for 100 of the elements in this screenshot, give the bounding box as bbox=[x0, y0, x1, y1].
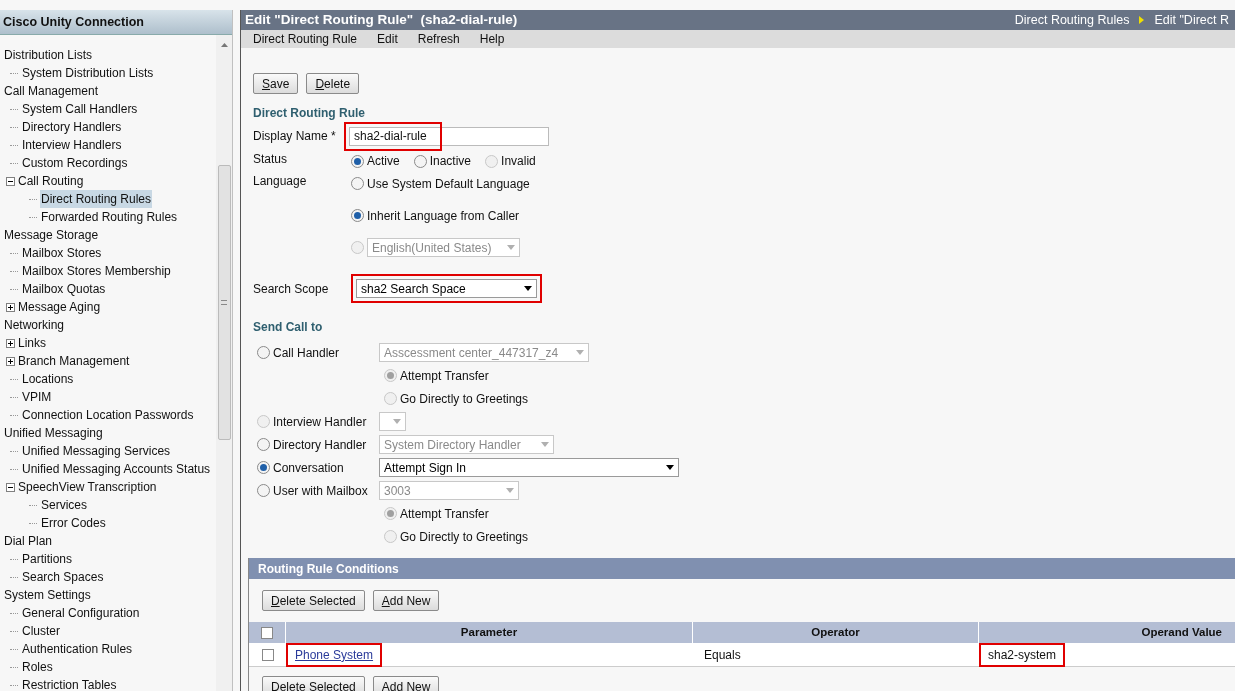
action-button[interactable]: Delete Selected bbox=[262, 590, 365, 612]
radio-button[interactable] bbox=[257, 484, 270, 498]
radio-label: Inherit Language from Caller bbox=[367, 207, 520, 225]
tree-item[interactable]: System Distribution Lists bbox=[21, 64, 155, 82]
sidebar-title: Cisco Unity Connection bbox=[0, 10, 232, 35]
radio-button[interactable] bbox=[384, 369, 397, 383]
column-header: Parameter bbox=[460, 625, 518, 641]
tree-item[interactable]: General Configuration bbox=[21, 604, 141, 622]
page-title: Edit "Direct Routing Rule" (sha2-dial-rule) bbox=[245, 11, 519, 29]
radio-label: Conversation bbox=[273, 459, 344, 477]
expand-icon[interactable] bbox=[6, 356, 15, 366]
action-button[interactable]: Add New bbox=[372, 590, 440, 612]
radio-button[interactable] bbox=[384, 507, 397, 521]
radio-label: Invalid bbox=[501, 153, 536, 171]
action-button[interactable]: Add New bbox=[372, 676, 440, 691]
parameter-link[interactable]: Phone System bbox=[286, 642, 383, 667]
tree-item[interactable]: Interview Handlers bbox=[21, 136, 123, 154]
tree-item[interactable]: Call Routing bbox=[17, 172, 85, 190]
radio-button[interactable] bbox=[351, 177, 364, 191]
tree-item[interactable]: Mailbox Quotas bbox=[21, 280, 107, 298]
radio-label: Go Directly to Greetings bbox=[400, 528, 529, 546]
expand-icon[interactable] bbox=[6, 302, 15, 312]
tree-item[interactable]: Links bbox=[17, 334, 47, 352]
tree-item[interactable]: Error Codes bbox=[40, 514, 107, 532]
collapse-icon[interactable] bbox=[6, 176, 15, 186]
tree-item[interactable]: Message Aging bbox=[17, 298, 102, 316]
radio-label: User with Mailbox bbox=[273, 482, 368, 500]
breadcrumb-link[interactable]: Direct Routing Rules bbox=[1014, 10, 1130, 30]
tree-item[interactable]: System Settings bbox=[3, 586, 92, 604]
tree-item[interactable]: Authentication Rules bbox=[21, 640, 134, 658]
action-button[interactable]: Delete bbox=[306, 73, 360, 95]
tree-item[interactable]: Custom Recordings bbox=[21, 154, 129, 172]
tree-item[interactable]: Locations bbox=[21, 370, 75, 388]
radio-button[interactable] bbox=[351, 241, 364, 255]
tree-item[interactable]: Partitions bbox=[21, 550, 74, 568]
caret-icon bbox=[507, 245, 515, 251]
dropdown[interactable]: English(United States) bbox=[367, 238, 520, 258]
tree-item[interactable]: Mailbox Stores bbox=[21, 244, 103, 262]
section-header: Routing Rule Conditions bbox=[249, 558, 1235, 580]
radio-label: Directory Handler bbox=[273, 436, 367, 454]
tree-item[interactable]: Networking bbox=[3, 316, 66, 334]
tree-item[interactable]: System Call Handlers bbox=[21, 100, 139, 118]
tree-item[interactable]: Search Spaces bbox=[21, 568, 105, 586]
caret-icon bbox=[666, 465, 674, 471]
radio-label: Interview Handler bbox=[273, 413, 367, 431]
radio-label: Go Directly to Greetings bbox=[400, 390, 529, 408]
tree-item[interactable]: Message Storage bbox=[3, 226, 100, 244]
radio-button[interactable] bbox=[257, 346, 270, 360]
dropdown[interactable]: sha2 Search Space bbox=[356, 279, 537, 299]
caret-icon bbox=[506, 488, 514, 494]
section-heading: Direct Routing Rule bbox=[253, 105, 366, 123]
tree-item[interactable]: Restriction Tables bbox=[21, 676, 118, 691]
tree-item[interactable]: Services bbox=[40, 496, 88, 514]
breadcrumb-item: Edit "Direct R bbox=[1154, 11, 1229, 29]
tree-item[interactable]: Call Management bbox=[3, 82, 100, 100]
tree-item[interactable]: Directory Handlers bbox=[21, 118, 123, 136]
caret-icon bbox=[524, 286, 532, 292]
radio-button[interactable] bbox=[384, 392, 397, 406]
tree-item[interactable]: Mailbox Stores Membership bbox=[21, 262, 172, 280]
tree-item[interactable]: Distribution Lists bbox=[3, 46, 94, 64]
radio-button[interactable] bbox=[351, 154, 364, 168]
radio-button[interactable] bbox=[413, 154, 427, 168]
checkbox[interactable] bbox=[261, 648, 274, 661]
radio-button[interactable] bbox=[257, 461, 270, 475]
radio-label: Attempt Transfer bbox=[400, 505, 489, 523]
caret-icon bbox=[541, 442, 549, 448]
tree-item[interactable]: Branch Management bbox=[17, 352, 131, 370]
tree-item[interactable]: Connection Location Passwords bbox=[21, 406, 195, 424]
input-field[interactable]: sha2-dial-rule bbox=[349, 126, 549, 146]
tree-item[interactable]: Cluster bbox=[21, 622, 61, 640]
action-button[interactable]: Delete Selected bbox=[262, 676, 365, 691]
collapse-icon[interactable] bbox=[6, 482, 15, 492]
tree-item[interactable]: Dial Plan bbox=[3, 532, 54, 550]
radio-button[interactable] bbox=[384, 530, 397, 544]
radio-button[interactable] bbox=[351, 209, 364, 223]
scroll-up-icon[interactable] bbox=[220, 43, 228, 47]
expand-icon[interactable] bbox=[6, 338, 15, 348]
tree-item[interactable]: Unified Messaging Services bbox=[21, 442, 172, 460]
table-cell: sha2-system bbox=[979, 642, 1066, 667]
dropdown[interactable]: Attempt Sign In bbox=[379, 458, 679, 478]
radio-button[interactable] bbox=[257, 438, 270, 452]
menu-item[interactable]: Direct Routing Rule bbox=[253, 30, 358, 49]
tree-item[interactable]: Direct Routing Rules bbox=[40, 190, 153, 208]
checkbox[interactable] bbox=[261, 626, 273, 639]
tree-item[interactable]: Unified Messaging Accounts Status bbox=[21, 460, 212, 478]
scrollbar[interactable] bbox=[216, 35, 232, 691]
tree-item[interactable]: Forwarded Routing Rules bbox=[40, 208, 179, 226]
tree-item[interactable]: SpeechView Transcription bbox=[17, 478, 158, 496]
field-label: Search Scope bbox=[253, 280, 330, 298]
tree-item[interactable]: Unified Messaging bbox=[3, 424, 104, 442]
tree-item[interactable]: VPIM bbox=[21, 388, 53, 406]
menu-item[interactable]: Edit bbox=[377, 30, 398, 49]
radio-label: Use System Default Language bbox=[367, 175, 530, 193]
radio-label: Active bbox=[367, 153, 400, 171]
menu-item[interactable]: Help bbox=[479, 30, 505, 49]
caret-icon bbox=[393, 419, 401, 425]
menu-item[interactable]: Refresh bbox=[417, 30, 460, 49]
tree-item[interactable]: Roles bbox=[21, 658, 54, 676]
action-button[interactable]: Save bbox=[253, 73, 299, 95]
table-cell-text: Equals bbox=[703, 646, 742, 664]
